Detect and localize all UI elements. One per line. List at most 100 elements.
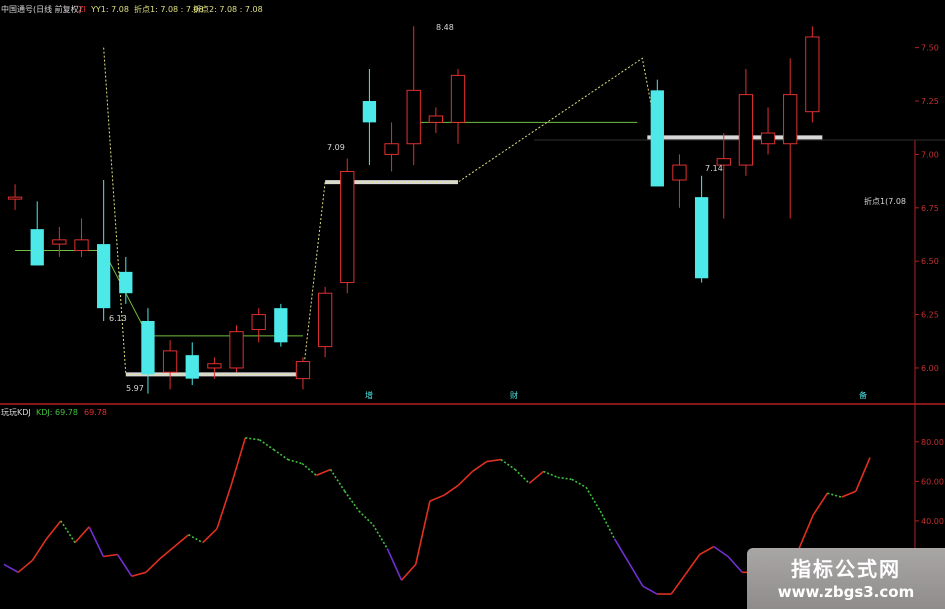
kdj-segment — [571, 478, 587, 488]
candle-body — [207, 363, 222, 369]
kdj-segment — [386, 548, 403, 581]
kdj-segment — [188, 534, 204, 544]
candlesticks — [7, 26, 820, 394]
candle-body — [694, 197, 709, 279]
kdj-segment — [827, 492, 842, 498]
kdj-segment — [358, 510, 374, 526]
candle-body — [74, 239, 89, 252]
candle-body — [97, 244, 111, 309]
kdj-tick-label: 80.00 — [921, 438, 944, 447]
kdj-segment — [727, 555, 743, 573]
annotation-right: 7.14 — [705, 164, 723, 173]
price-tick-label: 6.50 — [921, 257, 939, 266]
kdj-segment — [329, 469, 346, 492]
candle-body — [805, 36, 820, 113]
kdj-segment — [17, 559, 33, 573]
kdj-segment — [230, 437, 247, 486]
kdj-segment — [131, 571, 147, 578]
price-tick-label: 7.50 — [921, 44, 939, 53]
kdj-segment — [812, 492, 829, 516]
candle-body — [119, 271, 133, 294]
annotation-low: 5.97 — [126, 384, 144, 393]
kdj-segment — [670, 573, 687, 595]
kdj-segment — [3, 563, 19, 574]
kdj-segment — [585, 486, 601, 512]
kdj-segment — [74, 526, 90, 544]
candle-body — [185, 355, 199, 379]
kdj-segment — [287, 458, 303, 465]
kdj-segment — [642, 585, 658, 595]
kdj-tick-label: 40.00 — [921, 517, 944, 526]
candle-body — [229, 331, 244, 369]
kdj-segment — [301, 462, 317, 477]
yy1-label: YY1: 7.08 — [90, 5, 129, 14]
annotation-peak: 8.48 — [436, 23, 454, 32]
candle-body — [428, 115, 443, 123]
y-axis-ticks: 7.50 7.25 7.00 6.75 6.50 6.25 6.00 80.00 60.00 40… — [915, 44, 944, 605]
watermark-title: 指标公式网 — [791, 557, 901, 581]
kdj-title: 玩玩KDJ — [1, 408, 31, 417]
watermark-badge: 指标公式网 www.zbgs3.com — [747, 548, 945, 609]
watermark-url: www.zbgs3.com — [777, 583, 915, 601]
candle-body — [30, 229, 44, 266]
marker-cai: 财 — [510, 390, 518, 400]
candle-body — [672, 164, 687, 181]
candle-body — [738, 94, 754, 166]
kdj-tick-label: 60.00 — [921, 477, 944, 486]
annotation-high: 6.13 — [109, 314, 127, 323]
kdj-value: KDJ: 69.78 — [36, 408, 78, 417]
candle-body — [450, 74, 466, 123]
marker-zeng: 增 — [365, 390, 373, 400]
stock-title: 中国通号(日线 前复权) — [1, 4, 82, 14]
kdj-segment — [316, 468, 331, 477]
kdj-segment — [103, 553, 118, 558]
kdj-segment — [472, 460, 488, 473]
candle-body — [251, 314, 266, 331]
kdj-segment — [216, 485, 232, 530]
kdj-segment — [173, 534, 190, 548]
candle-body — [274, 308, 288, 343]
candle-body — [406, 89, 421, 145]
candle-body — [384, 143, 399, 155]
kdj-segment — [372, 524, 388, 549]
candle-body — [760, 132, 776, 145]
stock-chart[interactable]: 7.50 7.25 7.00 6.75 6.50 6.25 6.00 80.00 60.00 40… — [0, 0, 945, 609]
price-tick-label: 7.25 — [921, 97, 939, 106]
kdj-segment — [31, 538, 48, 561]
kdj-segment — [528, 470, 544, 484]
kdj-segment — [273, 449, 289, 461]
kdj-segment — [855, 457, 871, 492]
candle-body — [783, 94, 798, 145]
zhedian2-label: 折点2: 7.08 : 7.08 — [193, 4, 263, 14]
dotted-step-line — [103, 47, 658, 375]
kdj-segment — [599, 510, 616, 540]
candle-body — [650, 90, 664, 187]
kdj-segment — [443, 484, 459, 496]
kdj-segment — [400, 563, 417, 581]
kdj-segment — [543, 470, 558, 479]
kdj-segment — [60, 520, 76, 544]
kdj-segment — [429, 494, 445, 502]
annotation-mid: 7.09 — [327, 143, 345, 152]
kdj-line — [3, 437, 871, 595]
candle-body — [162, 350, 178, 373]
kdj-segment — [414, 500, 431, 565]
kdj-segment — [486, 458, 501, 463]
price-tick-label: 6.25 — [921, 311, 939, 320]
kdj-segment — [500, 458, 516, 471]
annotation-zhedian: 折点1(7.08 — [864, 196, 906, 206]
candle-body — [340, 170, 355, 284]
kdj-segment — [841, 490, 857, 498]
kdj-segment — [514, 468, 530, 484]
price-tick-label: 7.00 — [921, 150, 939, 159]
kdj-segment — [798, 514, 814, 549]
zi-label: ZI — [78, 5, 86, 14]
kdj-segment — [457, 470, 474, 486]
kdj-segment — [684, 554, 701, 575]
kdj-segment — [713, 545, 729, 558]
kdj-segment — [159, 545, 175, 560]
kdj-segment — [202, 528, 218, 544]
candle-body — [295, 361, 311, 380]
candle-body — [7, 196, 23, 200]
kdj-segment — [627, 562, 644, 587]
